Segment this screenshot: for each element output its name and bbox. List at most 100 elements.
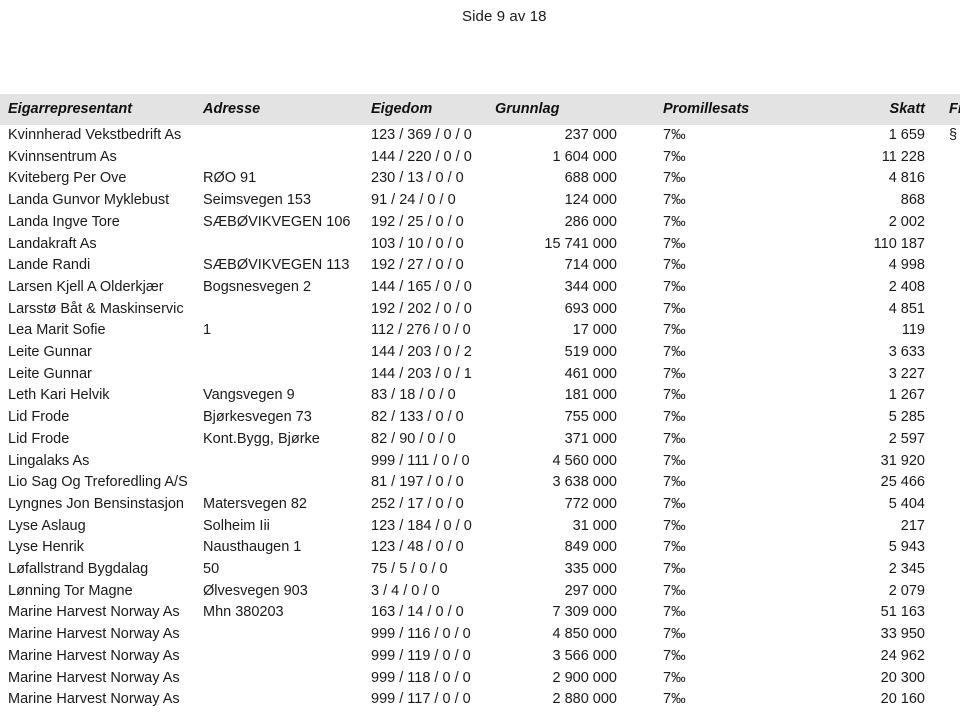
cell-adresse bbox=[203, 342, 371, 364]
cell-grunnlag: 371 000 bbox=[564, 430, 617, 447]
cell-adresse: Nausthaugen 1 bbox=[203, 539, 302, 556]
table-row: Marine Harvest Norway As 999 / 119 / 0 / … bbox=[0, 646, 960, 668]
cell-grunnlag: 181 000 bbox=[564, 387, 617, 404]
cell-skatt: 2 002 bbox=[888, 213, 925, 230]
cell-fritak bbox=[935, 494, 960, 516]
cell-grunnlag: 335 000 bbox=[564, 561, 617, 578]
cell-skatt: 4 816 bbox=[888, 170, 925, 187]
cell-eigedom: 144 / 165 / 0 / 0 bbox=[371, 278, 472, 295]
table-row: Lid Frode Bjørkesvegen 73 82 / 133 / 0 / 0… bbox=[0, 407, 960, 429]
cell-grunnlag: 1 604 000 bbox=[552, 148, 617, 165]
cell-eigarrepresentant: Lid Frode bbox=[8, 409, 70, 426]
cell-promillesats: 7‰ bbox=[663, 582, 686, 599]
cell-fritak bbox=[935, 646, 960, 668]
cell-grunnlag: 3 638 000 bbox=[552, 474, 617, 491]
cell-eigarrepresentant: Larsen Kjell A Olderkjær bbox=[8, 278, 164, 295]
column-header-fritak: Fritak bbox=[949, 101, 960, 117]
cell-skatt: 2 408 bbox=[888, 278, 925, 295]
cell-grunnlag: 15 741 000 bbox=[544, 235, 617, 252]
cell-fritak bbox=[935, 255, 960, 277]
cell-fritak bbox=[935, 451, 960, 473]
table-row: Leite Gunnar 144 / 203 / 0 / 2 519 000 7‰ 3 … bbox=[0, 342, 960, 364]
table-row: Lingalaks As 999 / 111 / 0 / 0 4 560 000 7‰… bbox=[0, 451, 960, 473]
cell-eigarrepresentant: Landakraft As bbox=[8, 235, 97, 252]
cell-grunnlag: 693 000 bbox=[564, 300, 617, 317]
cell-promillesats: 7‰ bbox=[663, 192, 686, 209]
cell-eigarrepresentant: Marine Harvest Norway As bbox=[8, 691, 180, 708]
cell-promillesats: 7‰ bbox=[663, 127, 686, 143]
cell-fritak bbox=[935, 342, 960, 364]
cell-eigedom: 123 / 48 / 0 / 0 bbox=[371, 539, 464, 556]
table-row: Larsstø Båt & Maskinservic 192 / 202 / 0 … bbox=[0, 299, 960, 321]
cell-promillesats: 7‰ bbox=[663, 300, 686, 317]
cell-grunnlag: 237 000 bbox=[564, 127, 617, 143]
cell-skatt: 119 bbox=[901, 322, 925, 339]
cell-skatt: 3 227 bbox=[888, 365, 925, 382]
cell-grunnlag: 286 000 bbox=[564, 213, 617, 230]
cell-eigedom: 192 / 202 / 0 / 0 bbox=[371, 300, 472, 317]
cell-eigedom: 999 / 119 / 0 / 0 bbox=[371, 647, 471, 664]
cell-eigedom: 163 / 14 / 0 / 0 bbox=[371, 604, 464, 621]
cell-fritak bbox=[935, 364, 960, 386]
cell-promillesats: 7‰ bbox=[663, 148, 686, 165]
cell-promillesats: 7‰ bbox=[663, 235, 686, 252]
cell-adresse: RØO 91 bbox=[203, 170, 257, 187]
property-tax-table: Eigarrepresentant Adresse Eigedom Grunnl… bbox=[0, 94, 960, 711]
cell-adresse bbox=[203, 472, 371, 494]
cell-grunnlag: 297 000 bbox=[564, 582, 617, 599]
cell-eigarrepresentant: Landa Ingve Tore bbox=[8, 213, 120, 230]
cell-adresse bbox=[203, 668, 371, 690]
table-row: Leth Kari Helvik Vangsvegen 9 83 / 18 / 0 … bbox=[0, 385, 960, 407]
cell-adresse: Ølvesvegen 903 bbox=[203, 582, 308, 599]
cell-grunnlag: 124 000 bbox=[564, 192, 617, 209]
cell-grunnlag: 714 000 bbox=[564, 257, 617, 274]
cell-skatt: 20 160 bbox=[880, 691, 925, 708]
table-row: Leite Gunnar 144 / 203 / 0 / 1 461 000 7‰ 3 … bbox=[0, 364, 960, 386]
cell-eigarrepresentant: Marine Harvest Norway As bbox=[8, 647, 180, 664]
cell-promillesats: 7‰ bbox=[663, 387, 686, 404]
table-row: Lyngnes Jon Bensinstasjon Matersvegen 82 2… bbox=[0, 494, 960, 516]
cell-adresse bbox=[203, 125, 371, 147]
cell-adresse: 50 bbox=[203, 561, 220, 578]
table-row: Landa Gunvor Myklebust Seimsvegen 153 91 /… bbox=[0, 190, 960, 212]
cell-grunnlag: 688 000 bbox=[564, 170, 617, 187]
cell-skatt: 4 998 bbox=[888, 257, 925, 274]
cell-skatt: 217 bbox=[900, 517, 925, 534]
cell-promillesats: 7‰ bbox=[663, 604, 686, 621]
cell-fritak bbox=[935, 559, 960, 581]
cell-fritak bbox=[935, 277, 960, 299]
cell-grunnlag: 4 850 000 bbox=[552, 626, 617, 643]
cell-fritak: § 7 a bbox=[949, 127, 960, 143]
cell-promillesats: 7‰ bbox=[663, 278, 686, 295]
cell-fritak bbox=[935, 190, 960, 212]
cell-eigedom: 252 / 17 / 0 / 0 bbox=[371, 495, 464, 512]
cell-eigarrepresentant: Marine Harvest Norway As bbox=[8, 669, 180, 686]
cell-promillesats: 7‰ bbox=[663, 365, 686, 382]
cell-adresse: SÆBØVIKVEGEN 106 bbox=[203, 213, 351, 230]
cell-promillesats: 7‰ bbox=[663, 626, 686, 643]
cell-eigedom: 144 / 203 / 0 / 1 bbox=[371, 365, 472, 382]
cell-grunnlag: 2 880 000 bbox=[552, 691, 617, 708]
cell-skatt: 868 bbox=[900, 192, 925, 209]
cell-skatt: 51 163 bbox=[880, 604, 925, 621]
table-row: Lønning Tor Magne Ølvesvegen 903 3 / 4 / 0… bbox=[0, 581, 960, 603]
cell-eigedom: 75 / 5 / 0 / 0 bbox=[371, 561, 448, 578]
cell-eigedom: 999 / 118 / 0 / 0 bbox=[371, 669, 471, 686]
cell-eigedom: 123 / 369 / 0 / 0 bbox=[371, 127, 472, 143]
cell-promillesats: 7‰ bbox=[663, 409, 686, 426]
cell-skatt: 2 597 bbox=[888, 430, 925, 447]
table-row: Lea Marit Sofie 1 112 / 276 / 0 / 0 17 000 7… bbox=[0, 320, 960, 342]
table-row: Kviteberg Per Ove RØO 91 230 / 13 / 0 / 0 6… bbox=[0, 168, 960, 190]
cell-eigedom: 3 / 4 / 0 / 0 bbox=[371, 582, 440, 599]
cell-skatt: 20 300 bbox=[880, 669, 925, 686]
cell-eigarrepresentant: Landa Gunvor Myklebust bbox=[8, 192, 170, 209]
cell-adresse bbox=[203, 646, 371, 668]
cell-promillesats: 7‰ bbox=[663, 257, 686, 274]
cell-promillesats: 7‰ bbox=[663, 539, 686, 556]
cell-eigedom: 123 / 184 / 0 / 0 bbox=[371, 517, 472, 534]
cell-fritak bbox=[935, 624, 960, 646]
cell-promillesats: 7‰ bbox=[663, 517, 686, 534]
cell-fritak bbox=[935, 537, 960, 559]
cell-eigedom: 83 / 18 / 0 / 0 bbox=[371, 387, 456, 404]
table-row: Marine Harvest Norway As 999 / 117 / 0 / … bbox=[0, 689, 960, 711]
